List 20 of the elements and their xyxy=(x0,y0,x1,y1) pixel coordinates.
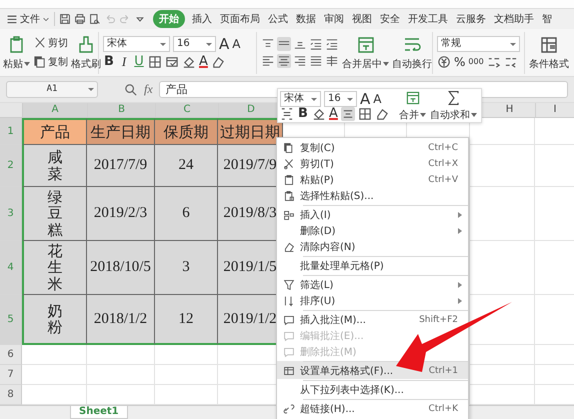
table-cell: 2017/7/9 xyxy=(94,157,148,174)
table-cell-text: 过期日期 xyxy=(220,124,280,142)
table-cell: 绿豆糕 xyxy=(48,188,62,238)
table-cell: 2018/10/5 xyxy=(90,259,151,276)
table-cell: 花生米 xyxy=(48,242,62,292)
table-cell-text: 保质期 xyxy=(164,124,208,142)
table-cell-text: 生产日期 xyxy=(90,124,150,142)
table-cell: 2019/8/3 xyxy=(223,205,277,222)
table-cell: 咸菜 xyxy=(48,149,62,182)
table-cell-text: 产品 xyxy=(40,124,70,142)
table-cell: 2019/1/5 xyxy=(223,259,277,276)
table-cell: 24 xyxy=(178,157,194,174)
table-cell: 6 xyxy=(182,205,190,222)
table-cell: 2019/7/9 xyxy=(223,157,277,174)
table-cell: 3 xyxy=(182,259,190,276)
table-cell: 12 xyxy=(178,310,194,328)
table-cell: 2018/1/2 xyxy=(94,310,148,328)
table-cell: 2019/1/2 xyxy=(223,310,277,328)
table-cell: 奶粉 xyxy=(48,302,62,336)
table-cell: 2019/2/3 xyxy=(94,205,148,222)
